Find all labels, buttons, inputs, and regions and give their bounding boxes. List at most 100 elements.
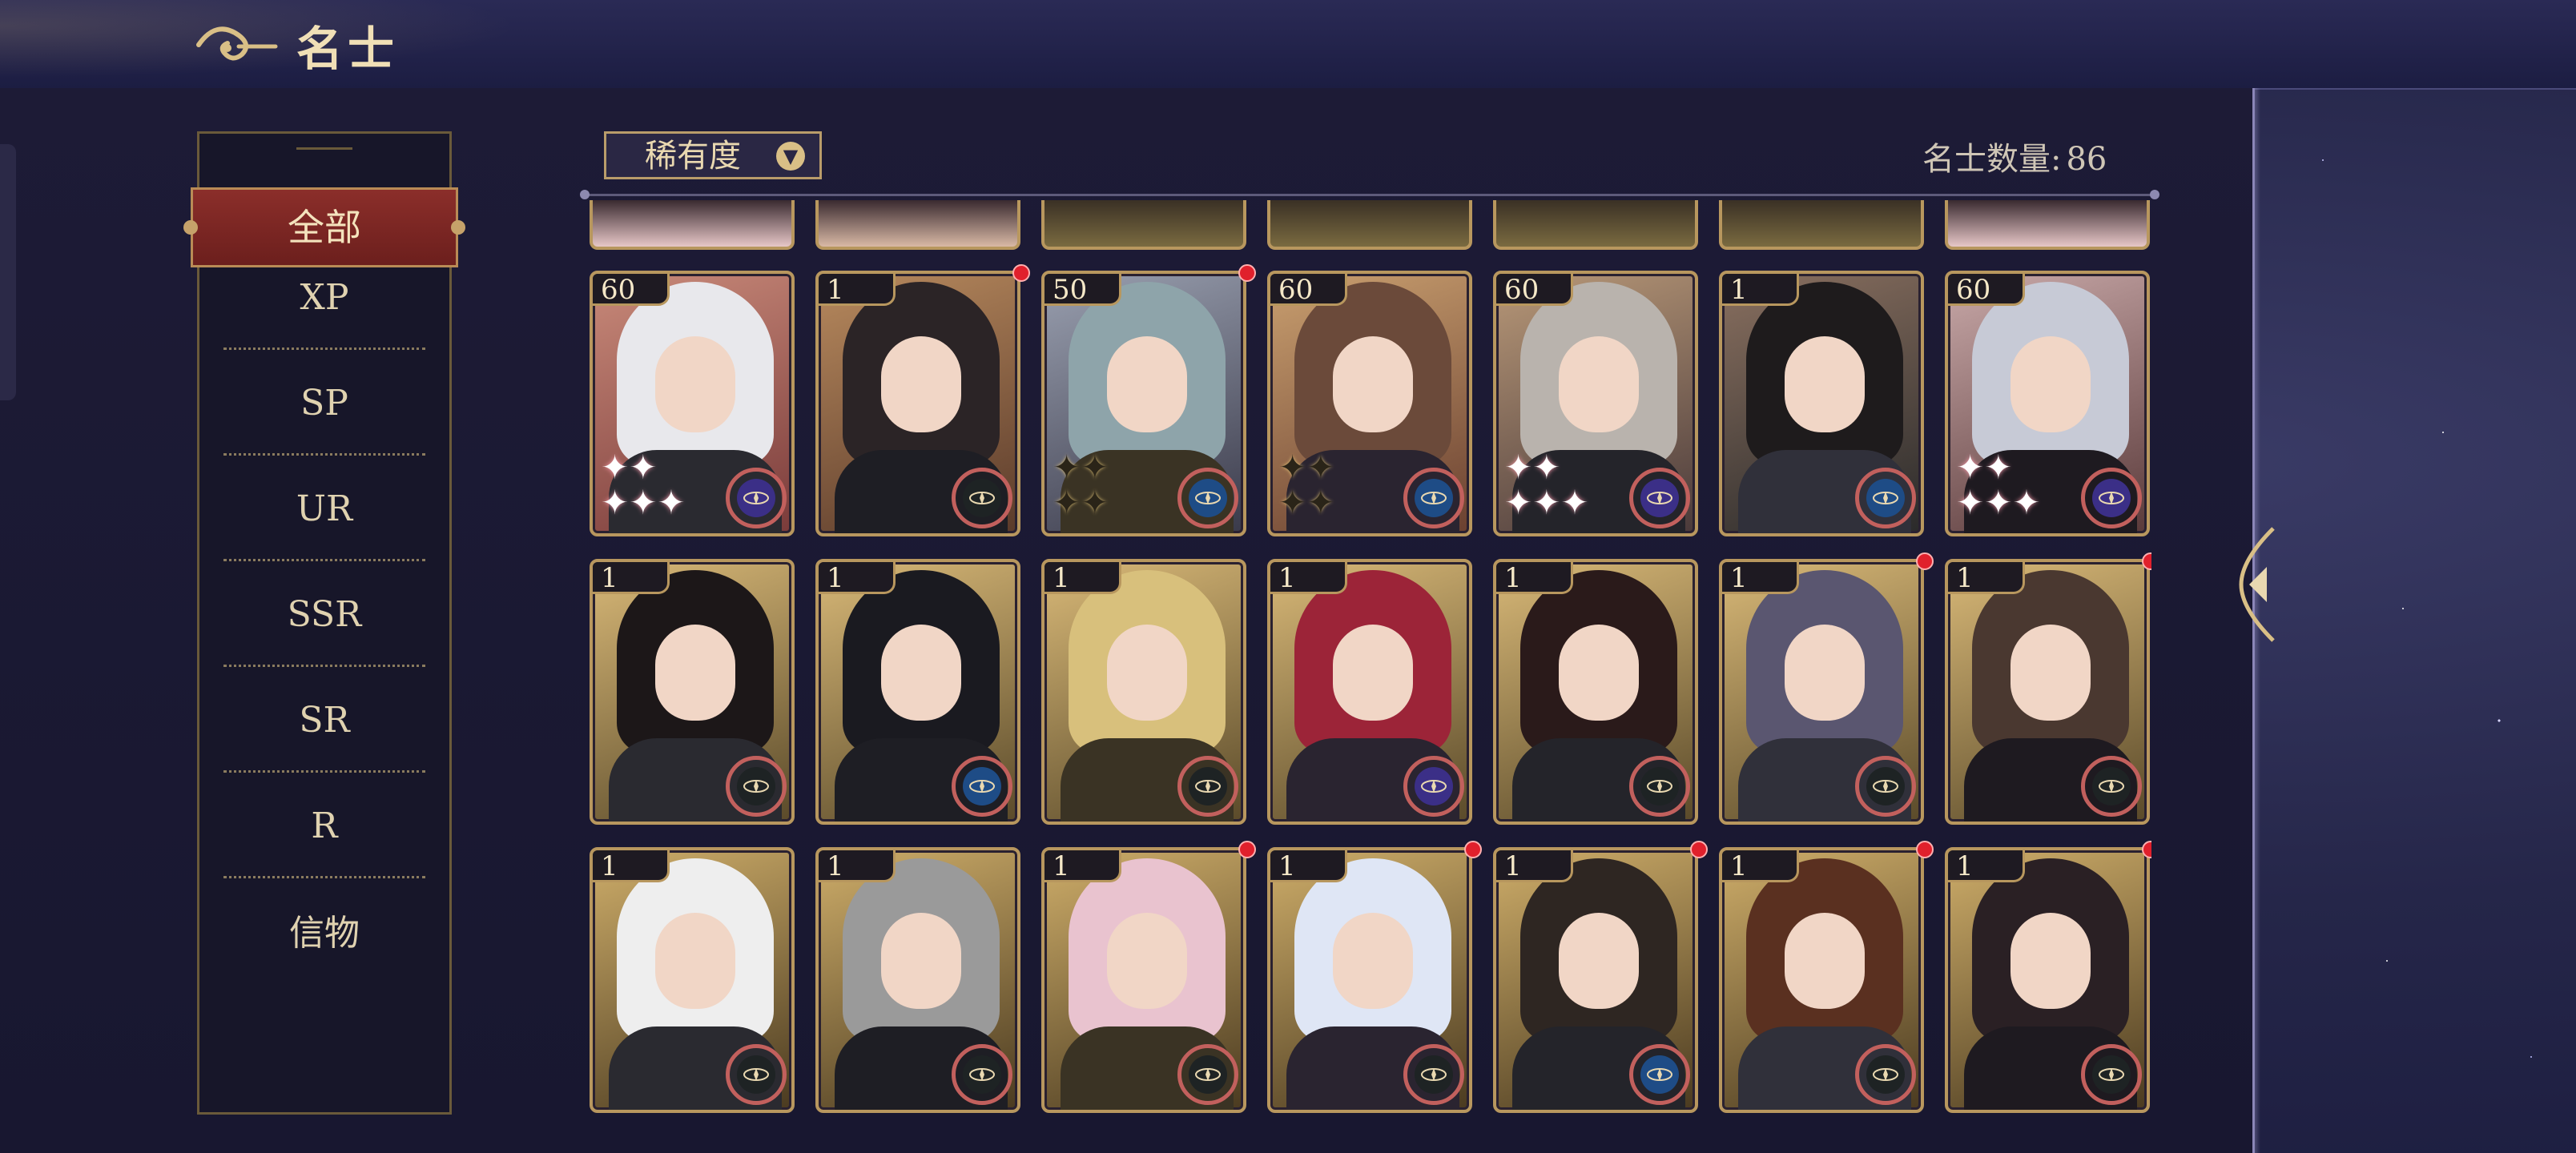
hero-level-badge: 1 (1722, 850, 1799, 882)
hero-card[interactable]: 1 (1719, 847, 1924, 1113)
hero-face (1107, 336, 1187, 432)
category-label: XP (300, 277, 349, 318)
panel-collapse-handle[interactable] (2225, 520, 2281, 649)
hero-card[interactable]: 1 (1041, 847, 1246, 1113)
hero-count: 名士数量: 86 (1922, 133, 2107, 179)
hero-card[interactable]: 1 (1041, 559, 1246, 825)
hero-card[interactable]: 1 (1719, 271, 1924, 536)
hero-card[interactable]: 1 (815, 847, 1020, 1113)
category-label: SSR (287, 594, 362, 635)
hero-level-badge: 60 (1948, 274, 2025, 306)
divider (223, 665, 425, 667)
rarity-filter-dropdown[interactable]: 稀有度 ▼ (604, 131, 822, 179)
category-ur[interactable]: UR (223, 457, 425, 561)
rarity-filter-label: 稀有度 (645, 138, 741, 175)
notification-dot (1238, 841, 1256, 858)
card-partial[interactable] (1267, 200, 1472, 250)
hero-level-badge: 1 (1496, 850, 1573, 882)
hero-card[interactable]: 1 (1945, 559, 2150, 825)
top-divider (580, 190, 2159, 199)
star-rank-icon: ✦✦ ✦✦✦ (1956, 448, 2041, 522)
category-all-active[interactable]: 全部 (183, 187, 465, 267)
hero-card[interactable]: 1 (590, 847, 795, 1113)
element-orb-icon (952, 756, 1012, 817)
hero-level-badge: 1 (1722, 274, 1799, 306)
element-orb-icon (1629, 1044, 1690, 1105)
hero-level-badge: 1 (1270, 562, 1347, 594)
hero-card[interactable]: 1 (1493, 847, 1698, 1113)
divider (223, 348, 425, 350)
notification-dot (1916, 841, 1934, 858)
hero-face (1333, 625, 1413, 721)
hero-card[interactable]: 50 ✦✦ ✦✦ (1041, 271, 1246, 536)
hero-level-badge: 1 (819, 274, 896, 306)
hero-level-badge: 1 (1496, 562, 1573, 594)
hero-face (1785, 336, 1865, 432)
notification-dot (1916, 552, 1934, 570)
element-orb-icon (1177, 1044, 1238, 1105)
hero-face (655, 625, 735, 721)
element-orb-icon (1403, 1044, 1464, 1105)
hero-level-badge: 60 (1496, 274, 1573, 306)
card-partial[interactable] (1719, 200, 1924, 250)
sidebar-notch (296, 120, 352, 150)
category-token[interactable]: 信物 (223, 882, 425, 986)
category-sr[interactable]: SR (223, 669, 425, 773)
divider (223, 770, 425, 773)
hero-card[interactable]: 60 ✦✦ ✦✦✦ (590, 271, 795, 536)
hero-level-badge: 1 (1270, 850, 1347, 882)
element-orb-icon (2081, 468, 2142, 528)
element-orb-icon (1177, 756, 1238, 817)
left-edge-tab (0, 144, 16, 400)
card-partial[interactable] (1041, 200, 1246, 250)
hero-level-badge: 1 (819, 562, 896, 594)
card-partial[interactable] (1945, 200, 2150, 250)
element-orb-icon (1177, 468, 1238, 528)
divider (223, 453, 425, 456)
hero-card[interactable]: 60 ✦✦ ✦✦✦ (1493, 271, 1698, 536)
hero-face (1559, 625, 1639, 721)
star-rank-icon: ✦✦ ✦✦✦ (601, 448, 686, 522)
hero-card[interactable]: 1 (1719, 559, 1924, 825)
element-orb-icon (1855, 1044, 1916, 1105)
category-r[interactable]: R (223, 774, 425, 878)
element-orb-icon (1629, 756, 1690, 817)
hero-card[interactable]: 1 (815, 559, 1020, 825)
hero-card[interactable]: 1 (1267, 559, 1472, 825)
hero-face (1333, 336, 1413, 432)
hero-face (1559, 336, 1639, 432)
category-sidebar: XP SP UR SSR SR R 信物 (197, 131, 452, 1115)
element-orb-icon (2081, 756, 2142, 817)
hero-face (881, 913, 961, 1009)
category-ssr[interactable]: SSR (223, 563, 425, 667)
hero-card[interactable]: 1 (815, 271, 1020, 536)
hero-card[interactable]: 1 (1267, 847, 1472, 1113)
hero-grid: 60 ✦✦ ✦✦✦ 1 50 ✦✦ ✦✦ 60 ✦✦ ✦✦ 60 ✦✦ ✦✦✦ 1 60 ✦✦ ✦✦✦… (590, 200, 2151, 1121)
hero-card[interactable]: 1 (1493, 559, 1698, 825)
hero-level-badge: 1 (1044, 850, 1121, 882)
knob-left (183, 220, 198, 235)
back-swirl-icon[interactable] (192, 14, 280, 70)
category-sp[interactable]: SP (223, 352, 425, 456)
element-orb-icon (726, 468, 787, 528)
element-orb-icon (2081, 1044, 2142, 1105)
category-label: SP (300, 383, 348, 424)
hero-card[interactable]: 1 (590, 559, 795, 825)
element-orb-icon (952, 468, 1012, 528)
card-partial[interactable] (815, 200, 1020, 250)
hero-level-badge: 1 (593, 850, 670, 882)
knob-right (451, 220, 465, 235)
element-orb-icon (726, 756, 787, 817)
hero-card[interactable]: 60 ✦✦ ✦✦ (1267, 271, 1472, 536)
element-orb-icon (1855, 756, 1916, 817)
notification-dot (1238, 264, 1256, 282)
element-orb-icon (952, 1044, 1012, 1105)
category-label: SR (299, 700, 350, 741)
card-partial[interactable] (590, 200, 795, 250)
card-partial[interactable] (1493, 200, 1698, 250)
hero-card[interactable]: 60 ✦✦ ✦✦✦ (1945, 271, 2150, 536)
category-label: 全部 (288, 206, 361, 249)
hero-face (881, 625, 961, 721)
hero-card[interactable]: 1 (1945, 847, 2150, 1113)
hero-face (1785, 913, 1865, 1009)
